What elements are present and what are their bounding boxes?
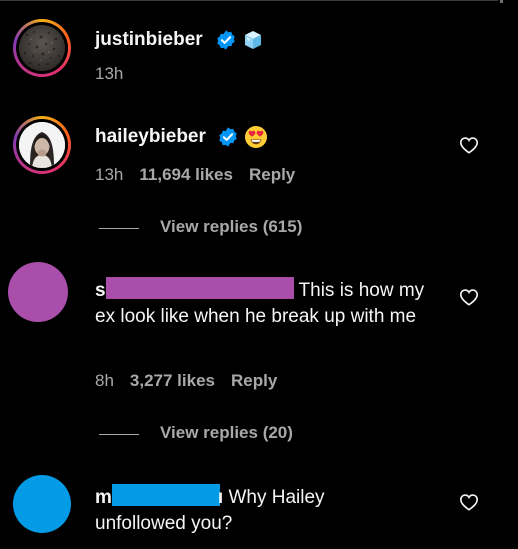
scroll-indicator [500,0,503,3]
verified-badge-icon [217,30,235,50]
top-divider [0,0,498,1]
username-justinbieber[interactable]: justinbieber [95,29,203,51]
replies-dash [99,434,139,435]
comment-meta: 8h 3,277 likes Reply [95,371,293,391]
comment-body: mı Why Hailey unfollowed you? [95,484,395,537]
like-heart-icon[interactable] [459,493,479,511]
ice-cube-emoji-icon [245,31,261,49]
timestamp: 13h [95,64,124,83]
avatar-image [19,122,65,168]
reply-button[interactable]: Reply [231,371,277,390]
comment-meta: 13h [95,64,139,84]
view-replies-label: View replies (20) [160,423,293,442]
view-replies-button[interactable]: View replies (20) [99,423,319,445]
comment-meta: 13h 11,694 likes Reply [95,165,311,185]
likes-count[interactable]: 11,694 likes [139,165,233,184]
like-heart-icon[interactable] [459,136,479,154]
avatar-commenter-m[interactable] [13,475,71,533]
replies-dash [99,228,139,229]
timestamp: 8h [95,371,114,390]
username-commenter-m[interactable]: m [95,487,112,508]
view-replies-label: View replies (615) [160,217,303,236]
verified-badge-icon [219,127,237,147]
avatar-image [19,25,65,71]
username-haileybieber[interactable]: haileybieber [95,126,206,148]
avatar-justinbieber[interactable] [13,19,71,77]
username-redaction [111,484,220,506]
view-replies-button[interactable]: View replies (615) [99,217,319,239]
like-heart-icon[interactable] [459,288,479,306]
avatar-haileybieber[interactable] [13,116,71,174]
comment-body: s This is how my ex look like when he br… [95,277,440,330]
avatar-commenter-s[interactable] [8,262,68,322]
username-tail: ı [217,487,224,508]
reply-button[interactable]: Reply [249,165,295,184]
heart-eyes-emoji-icon [245,126,267,148]
likes-count[interactable]: 3,277 likes [130,371,215,390]
timestamp: 13h [95,165,124,184]
username-commenter-s[interactable]: s [95,280,106,301]
username-redaction [105,277,294,299]
